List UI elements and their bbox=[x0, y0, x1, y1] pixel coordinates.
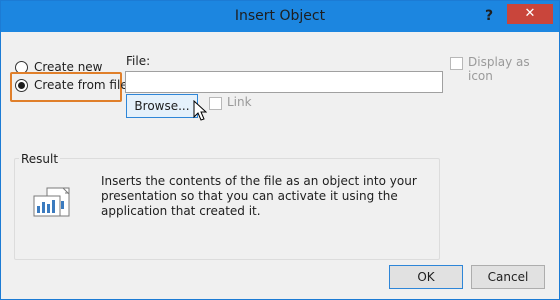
link-checkbox[interactable] bbox=[209, 97, 222, 110]
result-legend: Result bbox=[19, 152, 61, 166]
pointer-arrow-icon bbox=[193, 99, 208, 125]
cancel-button[interactable]: Cancel bbox=[471, 265, 545, 289]
create-from-file-label: Create from file bbox=[34, 78, 128, 92]
create-from-file-option[interactable]: Create from file bbox=[15, 78, 128, 92]
dialog-body: Create new Create from file File: Browse… bbox=[9, 32, 552, 292]
file-path-input[interactable] bbox=[125, 71, 443, 93]
title-bar: Insert Object ? ✕ bbox=[1, 1, 559, 32]
embedded-document-icon bbox=[33, 187, 77, 224]
dialog-title: Insert Object bbox=[234, 8, 326, 24]
create-from-file-radio[interactable] bbox=[15, 78, 28, 92]
browse-button[interactable]: Browse... bbox=[126, 94, 198, 118]
display-as-icon-checkbox[interactable] bbox=[450, 57, 463, 70]
ok-button[interactable]: OK bbox=[389, 265, 463, 289]
insert-object-dialog: Insert Object ? ✕ Create new Create from… bbox=[0, 0, 560, 300]
close-button[interactable]: ✕ bbox=[507, 4, 553, 24]
result-description: Inserts the contents of the file as an o… bbox=[101, 174, 417, 218]
display-as-icon-label: Display as icon bbox=[468, 55, 530, 83]
link-label: Link bbox=[227, 95, 252, 109]
close-icon: ✕ bbox=[524, 6, 536, 21]
help-button[interactable]: ? bbox=[479, 6, 499, 26]
file-label: File: bbox=[126, 54, 151, 68]
